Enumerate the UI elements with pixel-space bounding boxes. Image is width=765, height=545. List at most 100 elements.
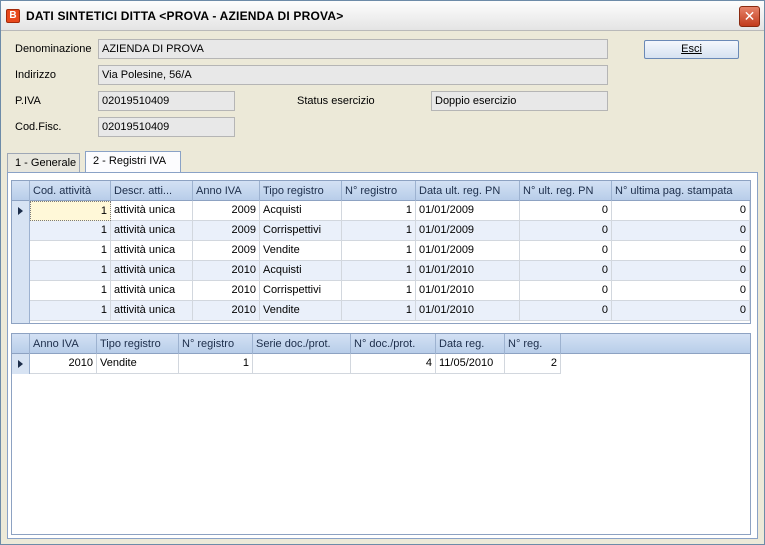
column-header[interactable]: N° ult. reg. PN — [520, 181, 612, 201]
column-header[interactable]: Data ult. reg. PN — [416, 181, 520, 201]
esci-button-label: Esci — [681, 43, 702, 55]
piva-field[interactable]: 02019510409 — [98, 91, 235, 111]
table-cell[interactable]: 0 — [520, 221, 612, 241]
column-header[interactable]: Anno IVA — [193, 181, 260, 201]
indirizzo-field[interactable]: Via Polesine, 56/A — [98, 65, 608, 85]
table-cell[interactable]: 2 — [505, 354, 561, 374]
esci-button[interactable]: Esci — [644, 40, 739, 59]
table-cell[interactable]: 2009 — [193, 241, 260, 261]
table-cell[interactable]: 2010 — [30, 354, 97, 374]
column-header[interactable]: Data reg. — [436, 334, 505, 354]
table-cell[interactable]: Vendite — [97, 354, 179, 374]
table-cell[interactable]: 1 — [30, 241, 111, 261]
table-cell[interactable]: 1 — [179, 354, 253, 374]
table-cell[interactable] — [253, 354, 351, 374]
table-cell[interactable]: 0 — [520, 301, 612, 321]
registri-grid[interactable]: Cod. attività Descr. atti... Anno IVA Ti… — [11, 180, 751, 324]
table-cell[interactable]: 0 — [612, 201, 750, 221]
column-header[interactable]: N° registro — [342, 181, 416, 201]
column-header[interactable]: N° registro — [179, 334, 253, 354]
table-cell[interactable]: 0 — [520, 261, 612, 281]
table-cell[interactable]: 01/01/2010 — [416, 261, 520, 281]
table-cell[interactable]: 0 — [520, 201, 612, 221]
table-cell[interactable]: attività unica — [111, 261, 193, 281]
status-esercizio-field[interactable]: Doppio esercizio — [431, 91, 608, 111]
table-row[interactable]: 1 attività unica 2010 Vendite 1 01/01/2010 0 0 — [12, 301, 750, 321]
column-header[interactable]: Serie doc./prot. — [253, 334, 351, 354]
table-row[interactable]: 2010 Vendite 1 4 11/05/2010 2 — [12, 354, 750, 374]
dettaglio-grid[interactable]: Anno IVA Tipo registro N° registro Serie… — [11, 333, 751, 535]
column-header[interactable]: Tipo registro — [260, 181, 342, 201]
registri-grid-header: Cod. attività Descr. atti... Anno IVA Ti… — [12, 181, 750, 201]
table-cell[interactable]: 2010 — [193, 261, 260, 281]
column-header[interactable]: N° ultima pag. stampata — [612, 181, 750, 201]
table-cell[interactable]: attività unica — [111, 201, 193, 221]
current-row-arrow-icon — [18, 360, 23, 368]
table-cell[interactable]: 0 — [612, 241, 750, 261]
table-cell[interactable]: 0 — [612, 301, 750, 321]
table-cell[interactable]: 4 — [351, 354, 436, 374]
table-cell[interactable]: attività unica — [111, 301, 193, 321]
table-cell[interactable]: Acquisti — [260, 261, 342, 281]
table-cell[interactable]: 1 — [342, 261, 416, 281]
table-cell[interactable]: attività unica — [111, 281, 193, 301]
table-row[interactable]: 1 attività unica 2009 Corrispettivi 1 01/01/2… — [12, 221, 750, 241]
denominazione-label: Denominazione — [15, 43, 92, 55]
table-cell[interactable]: 01/01/2009 — [416, 221, 520, 241]
table-cell[interactable]: Corrispettivi — [260, 281, 342, 301]
column-header[interactable]: Anno IVA — [30, 334, 97, 354]
table-cell[interactable]: 0 — [612, 281, 750, 301]
status-esercizio-label: Status esercizio — [297, 95, 375, 107]
table-cell[interactable]: attività unica — [111, 241, 193, 261]
table-cell[interactable]: 2010 — [193, 301, 260, 321]
table-cell[interactable]: 0 — [612, 221, 750, 241]
column-header[interactable]: N° reg. — [505, 334, 561, 354]
table-cell[interactable]: Vendite — [260, 301, 342, 321]
header-corner — [12, 181, 30, 201]
table-cell[interactable]: 01/01/2009 — [416, 241, 520, 261]
table-cell[interactable]: 1 — [30, 261, 111, 281]
table-row[interactable]: 1 attività unica 2010 Acquisti 1 01/01/2010 0 0 — [12, 261, 750, 281]
table-cell[interactable]: Vendite — [260, 241, 342, 261]
table-cell[interactable]: Acquisti — [260, 201, 342, 221]
table-cell[interactable]: 1 — [342, 201, 416, 221]
table-row[interactable]: 1 attività unica 2009 Acquisti 1 01/01/2009 0 0 — [12, 201, 750, 221]
tab-generale[interactable]: 1 - Generale — [7, 153, 80, 173]
table-cell[interactable]: 0 — [520, 241, 612, 261]
codfisc-field[interactable]: 02019510409 — [98, 117, 235, 137]
dati-sintetici-window: B DATI SINTETICI DITTA <PROVA - AZIENDA … — [0, 0, 765, 545]
denominazione-field[interactable]: AZIENDA DI PROVA — [98, 39, 608, 59]
column-header[interactable]: Tipo registro — [97, 334, 179, 354]
table-cell[interactable]: 01/01/2009 — [416, 201, 520, 221]
table-cell[interactable]: Corrispettivi — [260, 221, 342, 241]
column-header[interactable]: N° doc./prot. — [351, 334, 436, 354]
table-row[interactable]: 1 attività unica 2009 Vendite 1 01/01/2009 0 0 — [12, 241, 750, 261]
window-title: DATI SINTETICI DITTA <PROVA - AZIENDA DI… — [26, 9, 344, 23]
column-header[interactable]: Cod. attività — [30, 181, 111, 201]
column-header[interactable]: Descr. atti... — [111, 181, 193, 201]
table-cell[interactable]: attività unica — [111, 221, 193, 241]
indirizzo-label: Indirizzo — [15, 69, 56, 81]
table-cell[interactable]: 01/01/2010 — [416, 281, 520, 301]
close-button[interactable]: ✕ — [739, 6, 760, 27]
app-icon: B — [6, 9, 20, 23]
table-cell[interactable]: 1 — [30, 201, 111, 221]
codfisc-label: Cod.Fisc. — [15, 121, 62, 133]
table-cell[interactable]: 2010 — [193, 281, 260, 301]
table-cell[interactable]: 01/01/2010 — [416, 301, 520, 321]
table-cell[interactable]: 1 — [342, 281, 416, 301]
table-cell[interactable]: 0 — [612, 261, 750, 281]
table-cell[interactable]: 11/05/2010 — [436, 354, 505, 374]
table-cell[interactable]: 2009 — [193, 201, 260, 221]
table-cell[interactable]: 2009 — [193, 221, 260, 241]
title-bar[interactable]: B DATI SINTETICI DITTA <PROVA - AZIENDA … — [1, 1, 764, 31]
table-cell[interactable]: 1 — [342, 301, 416, 321]
tab-registri-iva[interactable]: 2 - Registri IVA — [85, 151, 181, 173]
table-cell[interactable]: 1 — [342, 241, 416, 261]
table-cell[interactable]: 1 — [30, 221, 111, 241]
table-cell[interactable]: 1 — [342, 221, 416, 241]
table-row[interactable]: 1 attività unica 2010 Corrispettivi 1 01/01/2… — [12, 281, 750, 301]
table-cell[interactable]: 0 — [520, 281, 612, 301]
table-cell[interactable]: 1 — [30, 281, 111, 301]
table-cell[interactable]: 1 — [30, 301, 111, 321]
